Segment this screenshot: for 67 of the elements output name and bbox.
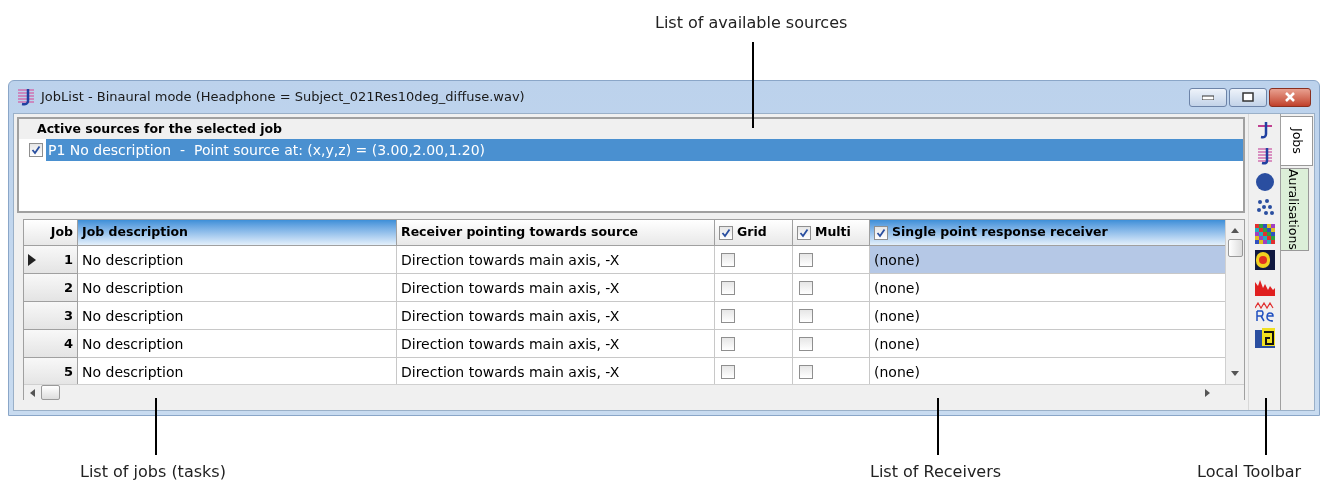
- table-cell: No description: [78, 302, 397, 330]
- scroll-right-icon[interactable]: [1205, 388, 1210, 397]
- checkbox[interactable]: [721, 252, 735, 267]
- checkbox[interactable]: [799, 364, 813, 379]
- checkbox[interactable]: [797, 225, 811, 240]
- dots-icon[interactable]: [1254, 198, 1275, 218]
- close-icon: [1284, 92, 1296, 102]
- annotation-label: Local Toolbar: [1197, 461, 1302, 482]
- checkbox[interactable]: [719, 225, 733, 240]
- table-cell: Direction towards main axis, -X: [397, 246, 715, 274]
- mosaic-icon[interactable]: [1254, 224, 1275, 244]
- scroll-up-icon[interactable]: [1231, 228, 1239, 233]
- table-cell: Direction towards main axis, -X: [397, 274, 715, 302]
- checkbox[interactable]: [799, 252, 813, 267]
- checkbox[interactable]: [721, 336, 735, 351]
- leader-line: [937, 398, 939, 455]
- checkbox[interactable]: [799, 336, 813, 351]
- maximize-icon: [1242, 92, 1254, 102]
- table-cell: No description: [78, 274, 397, 302]
- column-header[interactable]: Job: [24, 220, 78, 246]
- circle-icon[interactable]: [1254, 172, 1275, 192]
- leader-line: [155, 398, 157, 455]
- table-cell: Direction towards main axis, -X: [397, 330, 715, 358]
- table-cell: No description: [78, 246, 397, 274]
- row-header[interactable]: 3: [24, 302, 78, 330]
- table-cell: (none): [870, 246, 1225, 274]
- horizontal-scrollbar[interactable]: [24, 384, 1244, 400]
- panel-title: Active sources for the selected job: [19, 119, 1243, 139]
- checkbox[interactable]: [721, 280, 735, 295]
- minimize-icon: [1202, 94, 1214, 100]
- checkbox[interactable]: [721, 308, 735, 323]
- close-button[interactable]: [1269, 87, 1311, 107]
- row-header[interactable]: 5: [24, 358, 78, 384]
- vertical-scrollbar[interactable]: [1225, 220, 1244, 384]
- column-header[interactable]: Job description: [78, 220, 397, 246]
- current-row-icon: [28, 253, 36, 266]
- window-title: JobList - Binaural mode (Headphone = Subject_021Res10deg_diffuse.wav): [41, 88, 525, 107]
- leader-line: [1265, 398, 1267, 455]
- grid-block-icon[interactable]: [1254, 328, 1275, 348]
- column-header[interactable]: Receiver pointing towards source: [397, 220, 715, 246]
- column-header[interactable]: Multi: [793, 220, 870, 246]
- checkbox[interactable]: [874, 225, 888, 240]
- annotation-label: List of jobs (tasks): [80, 461, 226, 482]
- row-header[interactable]: 4: [24, 330, 78, 358]
- side-tab[interactable]: Jobs: [1281, 116, 1313, 166]
- column-header[interactable]: Grid: [715, 220, 793, 246]
- table-cell: No description: [78, 330, 397, 358]
- checkbox[interactable]: [799, 280, 813, 295]
- app-icon: [17, 88, 35, 106]
- row-header[interactable]: 1: [24, 246, 78, 274]
- checkbox[interactable]: [721, 364, 735, 379]
- minimize-button[interactable]: [1189, 87, 1227, 107]
- scroll-thumb[interactable]: [1227, 239, 1243, 257]
- checkbox[interactable]: [29, 143, 43, 157]
- annotation-label: List of available sources: [655, 12, 848, 34]
- scroll-down-icon[interactable]: [1231, 371, 1239, 376]
- heatmap-icon[interactable]: [1254, 250, 1275, 270]
- maximize-button[interactable]: [1229, 87, 1267, 107]
- side-tab[interactable]: Auralisations: [1281, 168, 1309, 251]
- column-header[interactable]: Single point response receiver: [870, 220, 1226, 246]
- checkbox[interactable]: [799, 308, 813, 323]
- row-header[interactable]: 2: [24, 274, 78, 302]
- scroll-left-icon[interactable]: [30, 388, 35, 397]
- annotation-label: List of Receivers: [870, 461, 1002, 482]
- wave-icon[interactable]: [1254, 302, 1275, 322]
- table-cell: Direction towards main axis, -X: [397, 302, 715, 330]
- scroll-thumb[interactable]: [41, 385, 60, 400]
